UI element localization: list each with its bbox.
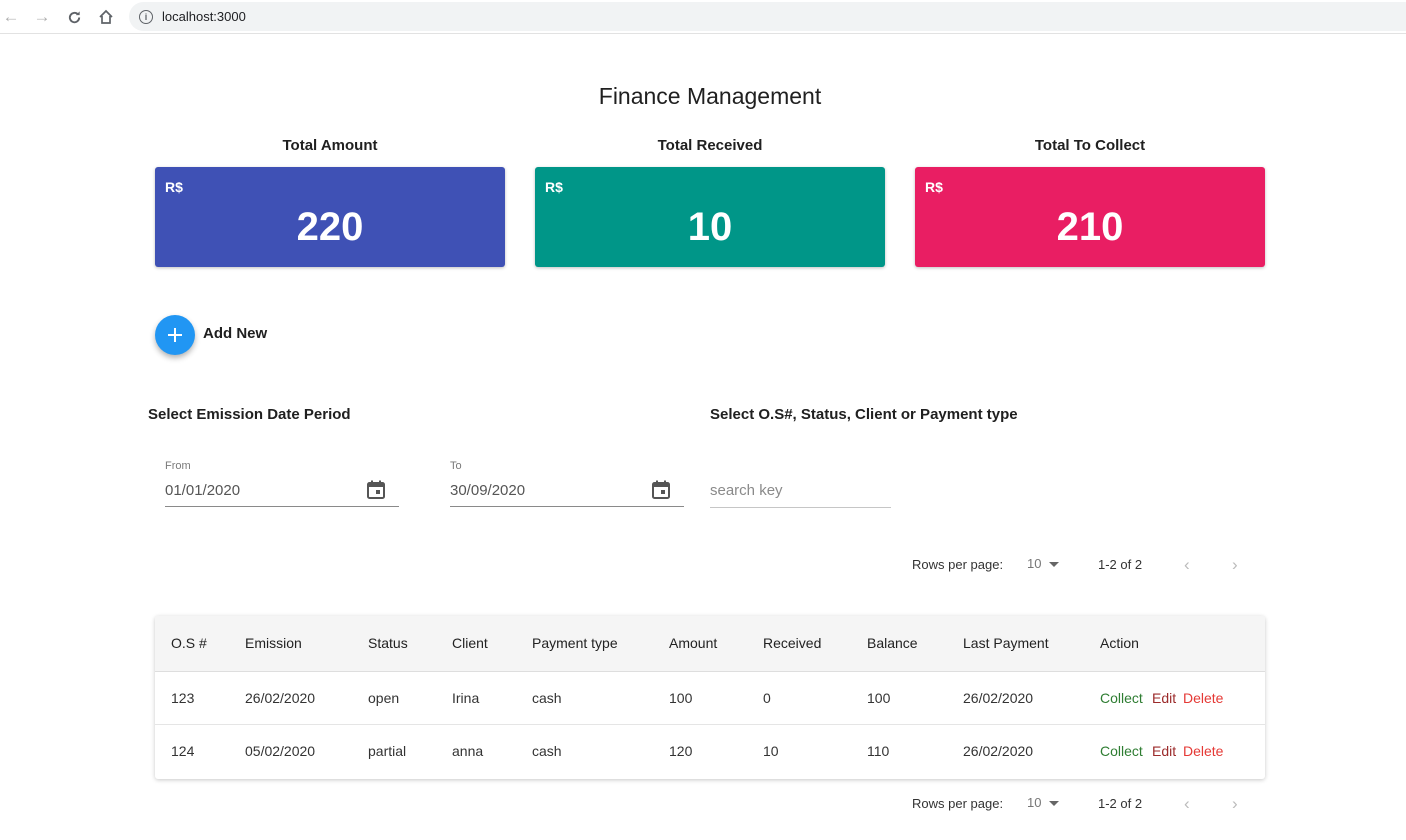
pagination-bottom: Rows per page: 10 1-2 of 2 ‹ › [912, 794, 1272, 814]
search-section-label: Select O.S#, Status, Client or Payment t… [710, 406, 1018, 423]
card-label: Total Amount [282, 137, 378, 154]
column-header[interactable]: Client [452, 635, 488, 651]
plus-icon [168, 328, 182, 342]
add-new-button[interactable] [155, 315, 195, 355]
card-value: 220 [296, 205, 364, 249]
browser-toolbar: ← → i localhost:3000 [0, 0, 1406, 34]
chevron-left-icon[interactable]: ‹ [1184, 555, 1190, 575]
calendar-icon[interactable] [367, 480, 385, 499]
rows-per-page-label: Rows per page: [912, 557, 1004, 572]
column-header[interactable]: Last Payment [963, 635, 1049, 651]
table-row: 124 05/02/2020 partial anna cash 120 10 … [155, 725, 1265, 778]
column-header[interactable]: Amount [669, 635, 717, 651]
date-period-label: Select Emission Date Period [148, 406, 351, 423]
edit-button[interactable]: Edit [1152, 743, 1176, 759]
currency-label: R$ [925, 179, 943, 195]
chevron-left-icon[interactable]: ‹ [1184, 794, 1190, 814]
column-header[interactable]: Balance [867, 635, 918, 651]
cell-status: partial [368, 743, 407, 759]
chevron-right-icon[interactable]: › [1232, 555, 1238, 575]
page-range: 1-2 of 2 [1098, 796, 1143, 811]
from-label: From [165, 460, 191, 472]
rows-per-page-label: Rows per page: [912, 796, 1004, 811]
from-value[interactable]: 01/01/2020 [165, 482, 240, 499]
collect-button[interactable]: Collect [1100, 743, 1143, 759]
home-icon[interactable] [95, 6, 117, 28]
address-bar[interactable]: i localhost:3000 [129, 2, 1406, 31]
chevron-down-icon[interactable] [1049, 801, 1059, 806]
cell-emission: 05/02/2020 [245, 743, 316, 759]
cell-client: anna [452, 743, 484, 759]
back-icon[interactable]: ← [0, 6, 22, 28]
forward-icon[interactable]: → [31, 6, 53, 28]
page-range: 1-2 of 2 [1098, 557, 1143, 572]
collect-button[interactable]: Collect [1100, 690, 1143, 706]
calendar-icon[interactable] [652, 480, 670, 499]
search-input[interactable]: search key [710, 477, 891, 508]
rows-per-page-select[interactable]: 10 [1027, 556, 1041, 571]
add-new-label: Add New [203, 325, 268, 342]
card-body: R$ 220 [155, 167, 505, 267]
url-text: localhost:3000 [162, 9, 246, 24]
from-date-field[interactable]: From 01/01/2020 [165, 460, 399, 507]
delete-button[interactable]: Delete [1183, 743, 1223, 759]
info-icon[interactable]: i [139, 9, 153, 24]
column-header[interactable]: O.S # [171, 635, 207, 651]
pagination-top: Rows per page: 10 1-2 of 2 ‹ › [912, 555, 1272, 575]
card-body: R$ 10 [535, 167, 885, 267]
column-header[interactable]: Received [763, 635, 821, 651]
chevron-right-icon[interactable]: › [1232, 794, 1238, 814]
cell-received: 10 [763, 743, 779, 759]
column-header[interactable]: Emission [245, 635, 302, 651]
cell-amount: 120 [669, 743, 693, 759]
edit-button[interactable]: Edit [1152, 690, 1176, 706]
card-value: 10 [687, 205, 733, 249]
finance-table: O.S # Emission Status Client Payment typ… [155, 616, 1265, 779]
delete-button[interactable]: Delete [1183, 690, 1223, 706]
cell-os: 123 [171, 690, 195, 706]
cell-client: Irina [452, 690, 480, 706]
to-date-field[interactable]: To 30/09/2020 [450, 460, 684, 507]
cell-last-payment: 26/02/2020 [963, 690, 1034, 706]
column-header[interactable]: Payment type [532, 635, 618, 651]
cell-status: open [368, 690, 400, 706]
to-label: To [450, 460, 462, 472]
to-value[interactable]: 30/09/2020 [450, 482, 525, 499]
card-body: R$ 210 [915, 167, 1265, 267]
cell-balance: 100 [867, 690, 891, 706]
column-header: Action [1100, 635, 1139, 651]
card-value: 210 [1056, 205, 1124, 249]
column-header[interactable]: Status [368, 635, 408, 651]
cell-payment-type: cash [532, 743, 562, 759]
cell-amount: 100 [669, 690, 693, 706]
cell-emission: 26/02/2020 [245, 690, 316, 706]
table-header: O.S # Emission Status Client Payment typ… [155, 616, 1265, 672]
page-title: Finance Management [598, 83, 822, 109]
cell-payment-type: cash [532, 690, 562, 706]
cell-os: 124 [171, 743, 195, 759]
card-label: Total Received [657, 137, 763, 154]
currency-label: R$ [165, 179, 183, 195]
card-label: Total To Collect [1034, 137, 1146, 154]
cell-last-payment: 26/02/2020 [963, 743, 1034, 759]
cell-balance: 110 [867, 743, 890, 759]
table-row: 123 26/02/2020 open Irina cash 100 0 100… [155, 672, 1265, 725]
chevron-down-icon[interactable] [1049, 562, 1059, 567]
rows-per-page-select[interactable]: 10 [1027, 795, 1041, 810]
cell-received: 0 [763, 690, 771, 706]
total-received-card: Total Received R$ 10 [535, 137, 885, 267]
total-to-collect-card: Total To Collect R$ 210 [915, 137, 1265, 267]
currency-label: R$ [545, 179, 563, 195]
reload-icon[interactable] [63, 6, 85, 28]
total-amount-card: Total Amount R$ 220 [155, 137, 505, 267]
